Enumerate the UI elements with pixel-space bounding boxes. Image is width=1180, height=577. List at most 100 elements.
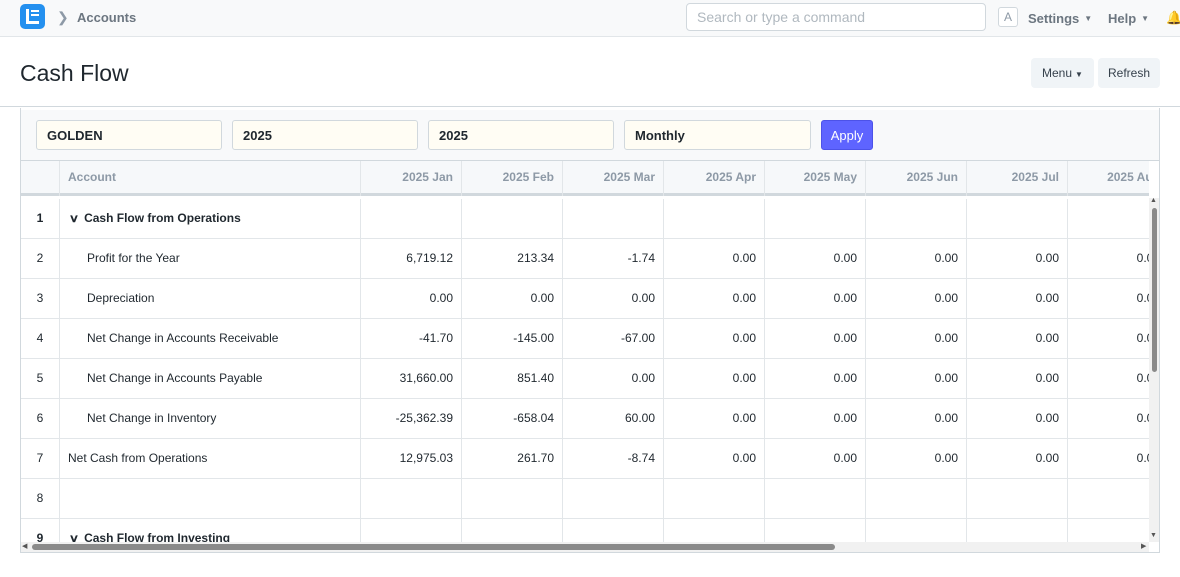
- amount-cell[interactable]: [1068, 519, 1149, 542]
- amount-cell[interactable]: 0.00: [765, 279, 866, 318]
- amount-cell[interactable]: [765, 519, 866, 542]
- amount-cell[interactable]: 31,660.00: [361, 359, 462, 398]
- amount-cell[interactable]: 0.00: [967, 359, 1068, 398]
- amount-cell[interactable]: 0.00: [765, 319, 866, 358]
- amount-cell[interactable]: [361, 199, 462, 238]
- amount-cell[interactable]: [967, 479, 1068, 518]
- header-period[interactable]: 2025 Feb: [462, 161, 563, 196]
- amount-cell[interactable]: -41.70: [361, 319, 462, 358]
- account-cell[interactable]: ∨ Cash Flow from Investing: [60, 519, 361, 542]
- amount-cell[interactable]: [462, 519, 563, 542]
- scroll-left-icon[interactable]: ◀: [22, 542, 27, 552]
- chevron-down-icon[interactable]: ∨: [69, 520, 79, 542]
- horizontal-scroll-thumb[interactable]: [32, 544, 835, 550]
- amount-cell[interactable]: -8.74: [563, 439, 664, 478]
- account-cell[interactable]: ∨ Cash Flow from Operations: [60, 199, 361, 238]
- amount-cell[interactable]: 213.34: [462, 239, 563, 278]
- amount-cell[interactable]: 0.00: [967, 279, 1068, 318]
- amount-cell[interactable]: -658.04: [462, 399, 563, 438]
- amount-cell[interactable]: 0.00: [1068, 359, 1149, 398]
- app-logo-icon[interactable]: [20, 4, 45, 29]
- account-cell[interactable]: [60, 479, 361, 518]
- header-account[interactable]: Account: [60, 161, 361, 196]
- amount-cell[interactable]: 0.00: [664, 319, 765, 358]
- header-period[interactable]: 2025 Jul: [967, 161, 1068, 196]
- amount-cell[interactable]: 0.00: [866, 439, 967, 478]
- amount-cell[interactable]: 0.00: [866, 399, 967, 438]
- amount-cell[interactable]: 0.00: [967, 239, 1068, 278]
- amount-cell[interactable]: 0.00: [866, 319, 967, 358]
- amount-cell[interactable]: [664, 199, 765, 238]
- from-year-filter[interactable]: [232, 120, 418, 150]
- breadcrumb-accounts[interactable]: Accounts: [77, 10, 136, 25]
- amount-cell[interactable]: 0.00: [664, 359, 765, 398]
- amount-cell[interactable]: 0.00: [1068, 239, 1149, 278]
- help-dropdown[interactable]: Help ▼: [1108, 11, 1149, 26]
- vertical-scrollbar[interactable]: ▲ ▼: [1149, 197, 1159, 542]
- header-period[interactable]: 2025 Aug: [1068, 161, 1149, 196]
- amount-cell[interactable]: [765, 479, 866, 518]
- amount-cell[interactable]: [967, 199, 1068, 238]
- amount-cell[interactable]: 0.00: [563, 279, 664, 318]
- menu-button[interactable]: Menu ▼: [1031, 58, 1094, 88]
- scroll-right-icon[interactable]: ▶: [1141, 542, 1146, 552]
- apply-button[interactable]: Apply: [821, 120, 873, 150]
- search-input[interactable]: [686, 3, 986, 31]
- amount-cell[interactable]: [563, 199, 664, 238]
- amount-cell[interactable]: 0.00: [765, 359, 866, 398]
- amount-cell[interactable]: 0.00: [462, 279, 563, 318]
- amount-cell[interactable]: 12,975.03: [361, 439, 462, 478]
- amount-cell[interactable]: 0.00: [765, 439, 866, 478]
- amount-cell[interactable]: 0.00: [967, 319, 1068, 358]
- amount-cell[interactable]: 0.00: [1068, 399, 1149, 438]
- amount-cell[interactable]: 0.00: [361, 279, 462, 318]
- amount-cell[interactable]: 0.00: [765, 399, 866, 438]
- amount-cell[interactable]: 0.00: [967, 439, 1068, 478]
- amount-cell[interactable]: 0.00: [866, 279, 967, 318]
- amount-cell[interactable]: [1068, 479, 1149, 518]
- chevron-down-icon[interactable]: ∨: [69, 200, 79, 238]
- account-cell[interactable]: Depreciation: [60, 279, 361, 318]
- to-year-filter[interactable]: [428, 120, 614, 150]
- amount-cell[interactable]: 0.00: [664, 279, 765, 318]
- amount-cell[interactable]: 0.00: [664, 399, 765, 438]
- header-period[interactable]: 2025 Apr: [664, 161, 765, 196]
- amount-cell[interactable]: 0.00: [664, 239, 765, 278]
- company-filter[interactable]: [36, 120, 222, 150]
- account-cell[interactable]: Profit for the Year: [60, 239, 361, 278]
- amount-cell[interactable]: 851.40: [462, 359, 563, 398]
- amount-cell[interactable]: [361, 479, 462, 518]
- header-period[interactable]: 2025 Mar: [563, 161, 664, 196]
- account-cell[interactable]: Net Change in Accounts Receivable: [60, 319, 361, 358]
- horizontal-scrollbar[interactable]: ◀ ▶: [21, 542, 1149, 552]
- amount-cell[interactable]: 0.00: [1068, 279, 1149, 318]
- amount-cell[interactable]: [563, 519, 664, 542]
- amount-cell[interactable]: -145.00: [462, 319, 563, 358]
- amount-cell[interactable]: [462, 479, 563, 518]
- bell-icon[interactable]: 🔔: [1166, 10, 1180, 26]
- amount-cell[interactable]: 0.00: [1068, 439, 1149, 478]
- amount-cell[interactable]: 0.00: [664, 439, 765, 478]
- avatar[interactable]: A: [998, 7, 1018, 27]
- amount-cell[interactable]: [967, 519, 1068, 542]
- amount-cell[interactable]: [1068, 199, 1149, 238]
- amount-cell[interactable]: 60.00: [563, 399, 664, 438]
- header-period[interactable]: 2025 Jun: [866, 161, 967, 196]
- amount-cell[interactable]: 0.00: [1068, 319, 1149, 358]
- amount-cell[interactable]: 0.00: [967, 399, 1068, 438]
- amount-cell[interactable]: [765, 199, 866, 238]
- amount-cell[interactable]: -67.00: [563, 319, 664, 358]
- amount-cell[interactable]: [462, 199, 563, 238]
- amount-cell[interactable]: 0.00: [866, 239, 967, 278]
- header-period[interactable]: 2025 Jan: [361, 161, 462, 196]
- amount-cell[interactable]: [563, 479, 664, 518]
- settings-dropdown[interactable]: Settings ▼: [1028, 11, 1092, 26]
- amount-cell[interactable]: [866, 479, 967, 518]
- amount-cell[interactable]: [664, 519, 765, 542]
- account-cell[interactable]: Net Change in Accounts Payable: [60, 359, 361, 398]
- amount-cell[interactable]: -25,362.39: [361, 399, 462, 438]
- vertical-scroll-thumb[interactable]: [1152, 208, 1157, 372]
- refresh-button[interactable]: Refresh: [1098, 58, 1160, 88]
- amount-cell[interactable]: 0.00: [765, 239, 866, 278]
- amount-cell[interactable]: 261.70: [462, 439, 563, 478]
